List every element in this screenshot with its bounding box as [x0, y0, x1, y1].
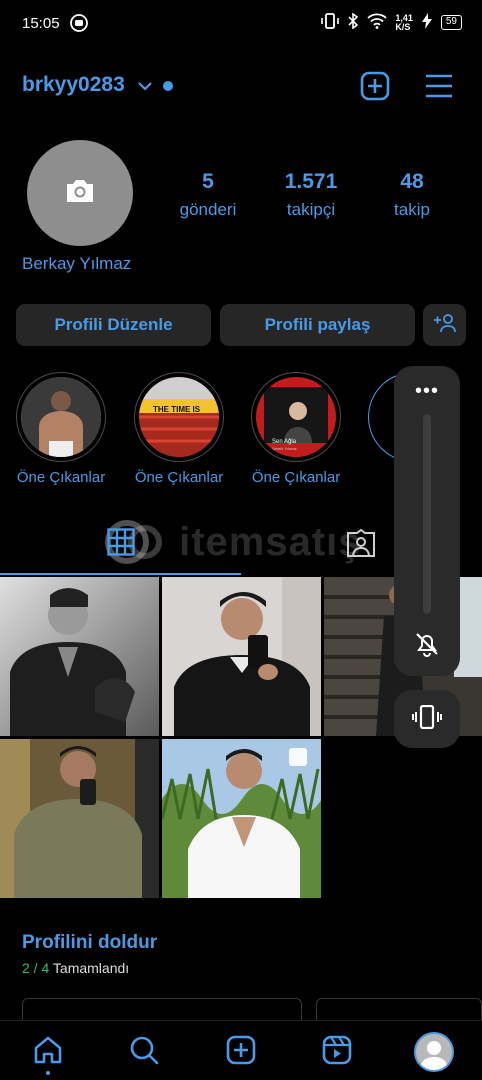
highlight-label: Öne Çıkanlar [134, 469, 224, 486]
net-speed-unit: K/S [395, 21, 411, 32]
stat-label: takipçi [286, 200, 336, 219]
status-time: 15:05 [22, 15, 60, 32]
stat-value: 5 [202, 170, 214, 193]
vibrate-status-icon [321, 13, 340, 32]
multiple-photos-icon [288, 747, 308, 772]
avatar[interactable] [27, 140, 133, 246]
highlight-item[interactable]: THE TIME IS Öne Çıkanlar [133, 372, 225, 486]
highlight-overlay-text: Sen Ağla [272, 439, 297, 445]
watermark: itemsatış [105, 518, 362, 565]
highlight-overlay-text: THE TIME IS [153, 405, 201, 414]
highlight-item[interactable]: Öne Çıkanlar [15, 372, 107, 486]
stat-followers[interactable]: 1.571 takipçi [276, 170, 346, 220]
charging-icon [421, 13, 433, 32]
post-thumbnail[interactable] [0, 577, 159, 736]
reels-icon[interactable] [322, 1035, 352, 1070]
post-thumbnail[interactable] [162, 577, 321, 736]
highlight-label: Öne Çıkanlar [251, 469, 341, 486]
add-person-icon [433, 313, 457, 338]
full-name: Berkay Yılmaz [22, 254, 132, 273]
stat-label: takip [394, 200, 430, 219]
watermark-text: itemsatış [179, 519, 362, 564]
highlight-cover: Sen Ağla Semih Yılmaz [256, 377, 336, 457]
volume-more-button[interactable]: ••• [394, 380, 460, 403]
battery-level: 59 [440, 15, 462, 30]
progress-separator: / [29, 960, 42, 976]
wifi-icon [367, 13, 387, 32]
volume-panel[interactable]: ••• [394, 366, 460, 676]
menu-icon[interactable] [424, 73, 454, 104]
highlight-ring [16, 372, 106, 462]
home-active-dot [46, 1071, 50, 1075]
stat-value: 48 [400, 170, 424, 193]
username[interactable]: brkyy0283 [22, 73, 125, 97]
tagged-tab-icon[interactable] [346, 528, 376, 563]
net-speed: 1,41 K/S [395, 13, 413, 32]
stat-value: 1.571 [284, 170, 338, 193]
bluetooth-icon [347, 12, 359, 32]
profile-avatar[interactable] [414, 1032, 454, 1072]
bottom-nav [0, 1020, 482, 1080]
post-thumbnail[interactable] [0, 739, 159, 898]
progress-done: 2 [22, 960, 30, 976]
highlight-item[interactable]: Sen Ağla Semih Yılmaz Öne Çıkanlar [250, 372, 342, 486]
grid-tab-icon[interactable] [107, 528, 135, 561]
edit-profile-button[interactable]: Profili Düzenle [16, 304, 211, 346]
camera-icon [64, 177, 96, 210]
home-icon[interactable] [33, 1035, 63, 1070]
vibrate-mode-button[interactable] [394, 690, 460, 748]
highlight-label: Öne Çıkanlar [16, 469, 106, 486]
active-tab-indicator [0, 573, 241, 575]
mute-icon[interactable] [413, 630, 441, 663]
discover-people-button[interactable] [423, 304, 466, 346]
notification-dot [163, 81, 173, 91]
vibrate-icon [412, 704, 442, 734]
highlight-ring: THE TIME IS [134, 372, 224, 462]
highlight-overlay-sub: Semih Yılmaz [272, 446, 297, 451]
share-profile-button[interactable]: Profili paylaş [220, 304, 415, 346]
new-post-icon[interactable] [360, 71, 390, 106]
status-bar: 15:05 1,41 K/S 59 [0, 0, 482, 46]
chevron-down-icon[interactable] [137, 78, 153, 99]
highlight-cover [21, 377, 101, 457]
screen-record-icon [70, 14, 88, 36]
progress-label: Tamamlandı [49, 960, 130, 976]
complete-profile-progress: 2 / 4 Tamamlandı [22, 960, 129, 976]
stat-label: gönderi [179, 200, 237, 219]
stat-following[interactable]: 48 takip [384, 170, 440, 220]
search-icon[interactable] [129, 1035, 159, 1070]
highlight-cover: THE TIME IS [139, 377, 219, 457]
complete-profile-title: Profilini doldur [22, 932, 158, 953]
post-thumbnail[interactable] [162, 739, 321, 898]
stat-posts[interactable]: 5 gönderi [176, 170, 240, 220]
highlight-ring: Sen Ağla Semih Yılmaz [251, 372, 341, 462]
create-icon[interactable] [226, 1035, 256, 1070]
volume-slider[interactable] [423, 414, 431, 614]
